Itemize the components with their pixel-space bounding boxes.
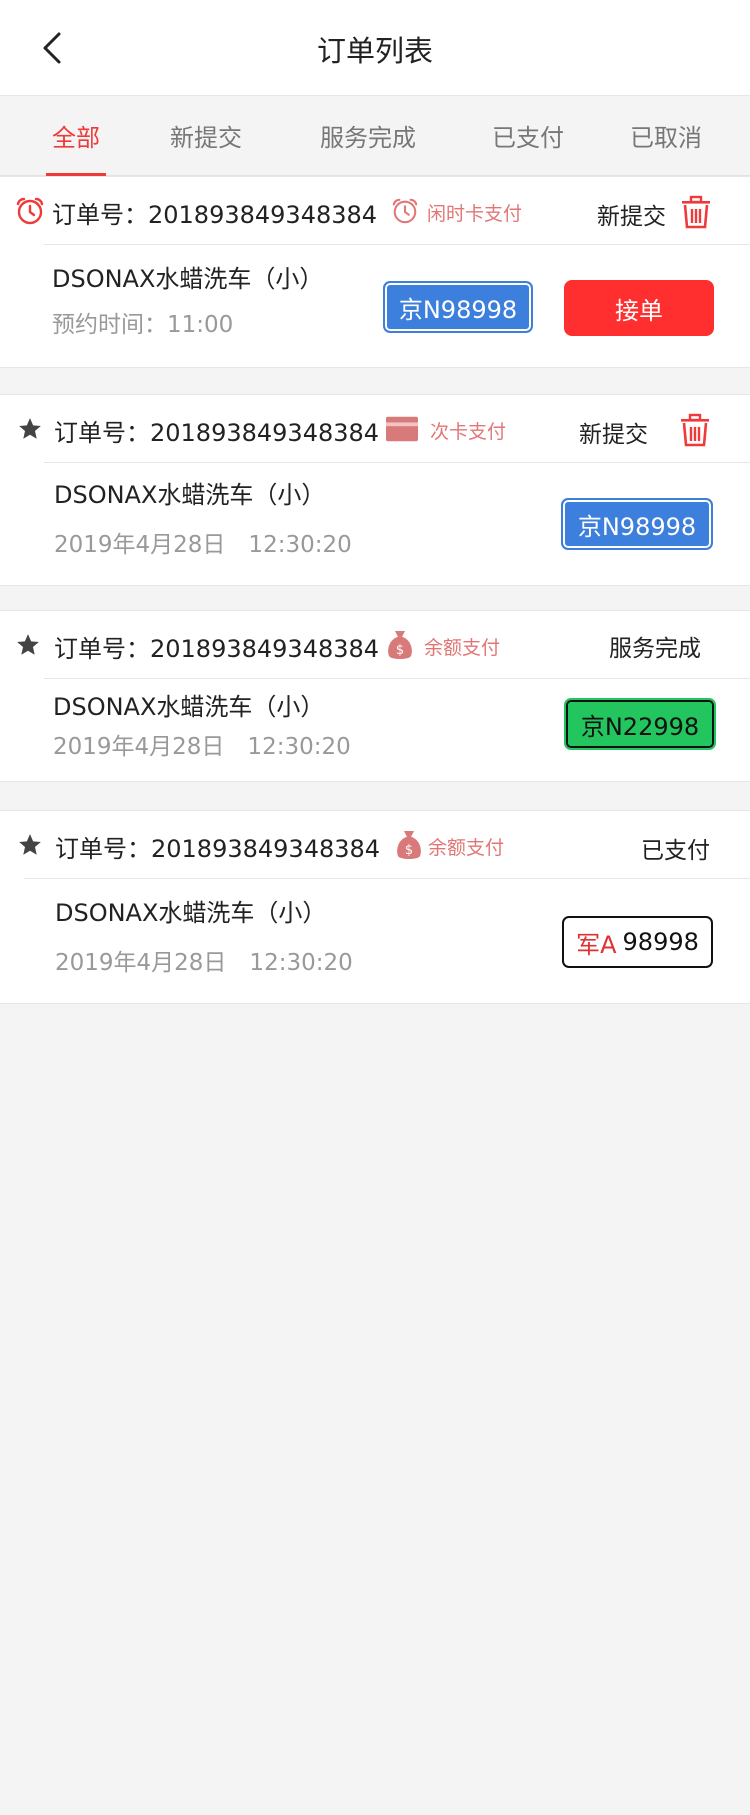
order-time: 2019年4月28日 12:30:20 <box>55 950 353 976</box>
license-plate: 京N22998 <box>564 698 716 750</box>
order-card[interactable]: 订单号：201893849348384 闲时卡支付 新提交 DSONAX水蜡洗车… <box>0 176 750 368</box>
status-label: 服务完成 <box>609 636 701 662</box>
delete-button[interactable] <box>678 193 714 231</box>
payment-method: 余额支付 <box>428 837 505 859</box>
service-name: DSONAX水蜡洗车（小） <box>55 899 327 927</box>
divider <box>24 878 750 879</box>
status-label: 已支付 <box>641 838 710 864</box>
star-icon <box>14 829 46 861</box>
order-number: 订单号：201893849348384 <box>55 835 381 863</box>
order-card-header: 订单号：201893849348384 闲时卡支付 新提交 <box>0 177 750 245</box>
tab-paid[interactable]: 已支付 <box>484 96 572 176</box>
money-bag-icon: $ <box>393 829 425 861</box>
service-name: DSONAX水蜡洗车（小） <box>54 481 326 509</box>
tab-cancelled[interactable]: 已取消 <box>622 96 710 176</box>
service-name: DSONAX水蜡洗车（小） <box>52 265 324 293</box>
tab-all[interactable]: 全部 <box>46 96 106 176</box>
plate-number: 京N98998 <box>577 512 697 541</box>
order-card-header: 订单号：201893849348384 $ 余额支付 已支付 <box>0 811 750 879</box>
status-label: 新提交 <box>579 422 648 448</box>
star-icon <box>12 629 44 661</box>
plate-number: 京N22998 <box>580 712 700 741</box>
service-name: DSONAX水蜡洗车（小） <box>53 693 325 721</box>
payment-method: 次卡支付 <box>430 421 507 443</box>
order-number: 订单号：201893849348384 <box>54 635 380 663</box>
divider <box>44 678 750 679</box>
order-card-header: 订单号：201893849348384 $ 余额支付 服务完成 <box>0 611 750 679</box>
order-number: 订单号：201893849348384 <box>54 419 380 447</box>
order-card[interactable]: 订单号：201893849348384 $ 余额支付 服务完成 DSONAX水蜡… <box>0 610 750 782</box>
order-time: 2019年4月28日 12:30:20 <box>54 532 352 558</box>
divider <box>44 244 750 245</box>
plate-number: 98998 <box>622 928 699 956</box>
card-icon <box>386 413 418 445</box>
license-plate: 京N98998 <box>561 498 713 550</box>
order-time: 2019年4月28日 12:30:20 <box>53 734 351 760</box>
status-tabs: 全部 新提交 服务完成 已支付 已取消 <box>0 96 750 176</box>
tab-service-done[interactable]: 服务完成 <box>310 96 426 176</box>
license-plate: 京N98998 <box>383 281 533 333</box>
money-bag-icon: $ <box>384 629 416 661</box>
alarm-clock-icon <box>389 195 421 227</box>
payment-method: 闲时卡支付 <box>427 203 523 225</box>
alarm-clock-icon <box>14 195 46 227</box>
delete-button[interactable] <box>677 411 713 449</box>
payment-method: 余额支付 <box>424 637 501 659</box>
divider <box>44 462 750 463</box>
accept-order-button[interactable]: 接单 <box>564 280 714 336</box>
svg-text:$: $ <box>405 843 413 858</box>
appointment-time: 预约时间：11:00 <box>52 312 234 338</box>
order-card-header: 订单号：201893849348384 次卡支付 新提交 <box>0 395 750 463</box>
svg-text:$: $ <box>396 643 404 658</box>
star-icon <box>14 413 46 445</box>
page-title: 订单列表 <box>316 34 433 68</box>
plate-prefix: 军A <box>576 930 617 959</box>
trash-icon <box>682 195 710 229</box>
order-number: 订单号：201893849348384 <box>52 201 378 229</box>
order-card[interactable]: 订单号：201893849348384 $ 余额支付 已支付 DSONAX水蜡洗… <box>0 810 750 1004</box>
trash-icon <box>681 413 709 447</box>
plate-number: 京N98998 <box>398 295 518 324</box>
license-plate: 军A 98998 <box>562 916 713 968</box>
status-label: 新提交 <box>597 204 666 230</box>
tab-new[interactable]: 新提交 <box>160 96 252 176</box>
order-card[interactable]: 订单号：201893849348384 次卡支付 新提交 DSONAX水蜡洗车（… <box>0 394 750 586</box>
top-bar: 订单列表 <box>0 0 750 96</box>
